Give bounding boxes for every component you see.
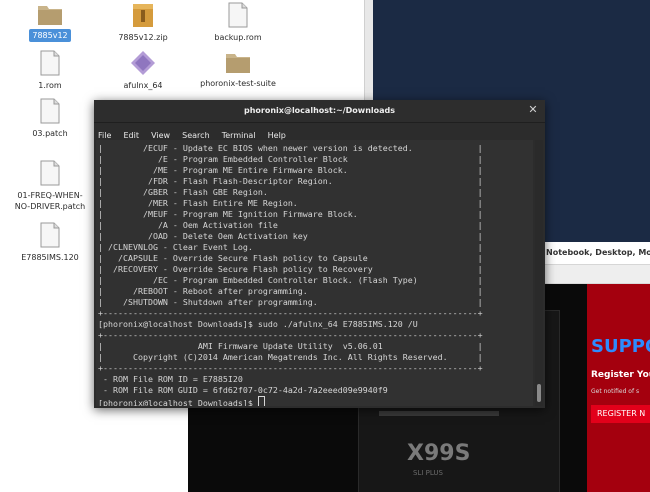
- terminal-line: | /EC - Program Embedded Controller Bloc…: [98, 275, 483, 285]
- executable-icon: [131, 51, 155, 75]
- file-name: 7885v12: [29, 29, 71, 42]
- file-name: 7885v12.zip: [118, 33, 168, 42]
- register-button[interactable]: REGISTER N: [591, 405, 650, 423]
- terminal-scrollbar[interactable]: [535, 140, 543, 406]
- document-icon: [40, 50, 60, 76]
- document-icon: [40, 222, 60, 248]
- terminal-line: | /CLNEVNLOG - Clear Event Log. |: [98, 242, 483, 252]
- terminal-line: | /CAPSULE - Override Secure Flash polic…: [98, 253, 483, 263]
- terminal-line: | /GBER - Flash GBE Region. |: [98, 187, 483, 197]
- file-name: afulnx_64: [123, 81, 163, 90]
- terminal-line: [phoronix@localhost Downloads]$: [98, 398, 258, 406]
- terminal-line: | /E - Program Embedded Controller Block…: [98, 154, 483, 164]
- terminal-line: - ROM File ROM GUID = 6fd62f07-0c72-4a2d…: [98, 385, 388, 395]
- terminal-screen[interactable]: | /ECUF - Update EC BIOS when newer vers…: [96, 140, 533, 406]
- terminal-line: | /OAD - Delete Oem Activation key |: [98, 231, 483, 241]
- terminal-line: | /A - Oem Activation file |: [98, 220, 483, 230]
- file-name: E7885IMS.120: [21, 253, 79, 262]
- register-heading: Register Your P: [591, 370, 650, 380]
- browser-tab[interactable]: Notebook, Desktop, Mot: [540, 242, 650, 265]
- file-item-phoronix-test-suite[interactable]: phoronix-test-suite: [190, 50, 286, 90]
- terminal-output: | /ECUF - Update EC BIOS when newer vers…: [96, 140, 533, 406]
- board-sub: SLI PLUS: [413, 469, 443, 477]
- terminal-menubar: File Edit View Search Terminal Help: [94, 123, 545, 141]
- terminal-line: +---------------------------------------…: [98, 308, 483, 318]
- terminal-line: +---------------------------------------…: [98, 330, 483, 340]
- file-item-03-patch[interactable]: 03.patch: [2, 98, 98, 140]
- file-item-1-rom[interactable]: 1.rom: [2, 50, 98, 92]
- terminal-line: +---------------------------------------…: [98, 363, 483, 373]
- file-item-afulnx-64[interactable]: afulnx_64: [95, 50, 191, 92]
- file-name: 1.rom: [38, 81, 62, 90]
- folder-icon: [38, 6, 62, 25]
- terminal-line: | /MER - Flash Entire ME Region. |: [98, 198, 483, 208]
- terminal-line: | /ME - Program ME Entire Firmware Block…: [98, 165, 483, 175]
- document-icon: [40, 98, 60, 124]
- document-icon: [228, 2, 248, 28]
- file-name: 01-FREQ-WHEN- NO-DRIVER.patch: [14, 191, 86, 211]
- terminal-window: phoronix@localhost:~/Downloads ✕ File Ed…: [94, 100, 545, 408]
- support-heading: SUPPORT: [591, 336, 650, 357]
- file-item-e7885ims-120[interactable]: E7885IMS.120: [2, 222, 98, 264]
- zip-archive-icon: [133, 4, 153, 27]
- terminal-line: | /ECUF - Update EC BIOS when newer vers…: [98, 143, 483, 153]
- board-model: X99S: [407, 441, 471, 466]
- terminal-line: | /RECOVERY - Override Secure Flash poli…: [98, 264, 483, 274]
- document-icon: [40, 160, 60, 186]
- folder-icon: [226, 54, 250, 73]
- terminal-line: [phoronix@localhost Downloads]$ sudo ./a…: [98, 319, 418, 329]
- close-icon[interactable]: ✕: [527, 104, 539, 116]
- terminal-line: | /SHUTDOWN - Shutdown after programming…: [98, 297, 483, 307]
- file-item-backup-rom[interactable]: backup.rom: [190, 2, 286, 44]
- browser-address-bar[interactable]: [540, 265, 650, 284]
- terminal-titlebar[interactable]: phoronix@localhost:~/Downloads ✕: [94, 100, 545, 123]
- file-name: 03.patch: [32, 129, 68, 138]
- file-item-7885v12[interactable]: 7885v12: [2, 2, 98, 42]
- terminal-title: phoronix@localhost:~/Downloads: [243, 106, 396, 115]
- notify-text: Get notified of s: [591, 388, 640, 395]
- terminal-cursor: [257, 396, 265, 406]
- terminal-line: | AMI Firmware Update Utility v5.06.01 |: [98, 341, 483, 351]
- terminal-line: | Copyright (C)2014 American Megatrends …: [98, 352, 483, 362]
- file-item-7885v12-zip[interactable]: 7885v12.zip: [95, 2, 191, 44]
- terminal-line: | /REBOOT - Reboot after programming. |: [98, 286, 483, 296]
- file-item-01-freq-patch[interactable]: 01-FREQ-WHEN- NO-DRIVER.patch: [2, 160, 98, 213]
- file-name: backup.rom: [214, 33, 262, 42]
- terminal-line: | /FDR - Flash Flash-Descriptor Region. …: [98, 176, 483, 186]
- terminal-line: | /MEUF - Program ME Ignition Firmware B…: [98, 209, 483, 219]
- scrollbar-thumb[interactable]: [537, 384, 541, 402]
- file-name: phoronix-test-suite: [200, 79, 276, 88]
- terminal-line: - ROM File ROM ID = E7885I20: [98, 374, 243, 384]
